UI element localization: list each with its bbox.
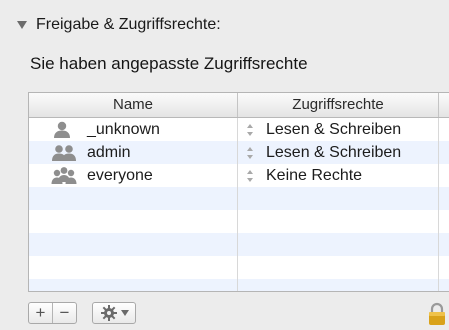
empty-cell <box>439 279 449 291</box>
table-row[interactable]: _unknown Lesen & Schreiben <box>29 118 449 141</box>
user-name: _unknown <box>87 121 160 138</box>
single-user-icon <box>54 121 70 138</box>
chevron-down-icon <box>120 310 129 316</box>
empty-cell <box>439 164 449 187</box>
user-name: everyone <box>87 167 153 184</box>
empty-cell <box>439 118 449 141</box>
action-menu-button[interactable] <box>92 302 136 324</box>
table-row[interactable]: admin Lesen & Schreiben <box>29 141 449 164</box>
add-remove-segmented-control: + − <box>28 302 77 324</box>
gear-icon <box>100 305 117 321</box>
table-row-empty <box>29 210 449 233</box>
name-cell: _unknown <box>29 118 238 141</box>
name-cell <box>29 210 238 233</box>
empty-cell <box>439 187 449 210</box>
popup-stepper-icon[interactable] <box>246 169 254 183</box>
column-header-empty <box>439 93 449 117</box>
permissions-table: Name Zugriffsrechte _unknown Lesen & Sch… <box>28 92 449 292</box>
name-cell <box>29 256 238 279</box>
empty-cell <box>439 256 449 279</box>
section-title: Freigabe & Zugriffsrechte: <box>36 16 221 33</box>
permission-value: Keine Rechte <box>266 167 363 184</box>
permission-cell[interactable]: Keine Rechte <box>238 164 439 187</box>
empty-cell <box>439 210 449 233</box>
permission-cell <box>238 256 439 279</box>
permission-cell <box>238 279 439 291</box>
table-header: Name Zugriffsrechte <box>29 93 449 118</box>
permission-value: Lesen & Schreiben <box>266 121 402 138</box>
permission-cell <box>238 210 439 233</box>
table-row-empty <box>29 233 449 256</box>
permission-cell[interactable]: Lesen & Schreiben <box>238 141 439 164</box>
table-row[interactable]: everyone Keine Rechte <box>29 164 449 187</box>
add-user-button[interactable]: + <box>29 303 52 323</box>
empty-cell <box>439 233 449 256</box>
sharing-section-header[interactable]: Freigabe & Zugriffsrechte: <box>16 14 221 36</box>
popup-stepper-icon[interactable] <box>246 123 254 137</box>
column-header-permissions[interactable]: Zugriffsrechte <box>238 93 439 117</box>
disclosure-triangle-icon[interactable] <box>16 19 28 31</box>
group-icon <box>52 145 76 161</box>
user-name: admin <box>87 144 131 161</box>
permission-cell[interactable]: Lesen & Schreiben <box>238 118 439 141</box>
name-cell <box>29 279 238 291</box>
lock-icon[interactable] <box>428 302 446 326</box>
table-row-empty <box>29 279 449 291</box>
column-header-name[interactable]: Name <box>29 93 238 117</box>
permission-cell <box>238 187 439 210</box>
table-row-empty <box>29 187 449 210</box>
empty-cell <box>439 141 449 164</box>
name-cell <box>29 187 238 210</box>
name-cell: everyone <box>29 164 238 187</box>
table-row-empty <box>29 256 449 279</box>
name-cell <box>29 233 238 256</box>
everyone-group-icon <box>51 167 77 184</box>
popup-stepper-icon[interactable] <box>246 146 254 160</box>
table-body: _unknown Lesen & Schreiben admin Lesen &… <box>29 118 449 291</box>
name-cell: admin <box>29 141 238 164</box>
permissions-toolbar: + − <box>28 302 136 324</box>
permissions-status-text: Sie haben angepasste Zugriffsrechte <box>30 54 308 73</box>
permission-value: Lesen & Schreiben <box>266 144 402 161</box>
permission-cell <box>238 233 439 256</box>
remove-user-button[interactable]: − <box>52 303 76 323</box>
